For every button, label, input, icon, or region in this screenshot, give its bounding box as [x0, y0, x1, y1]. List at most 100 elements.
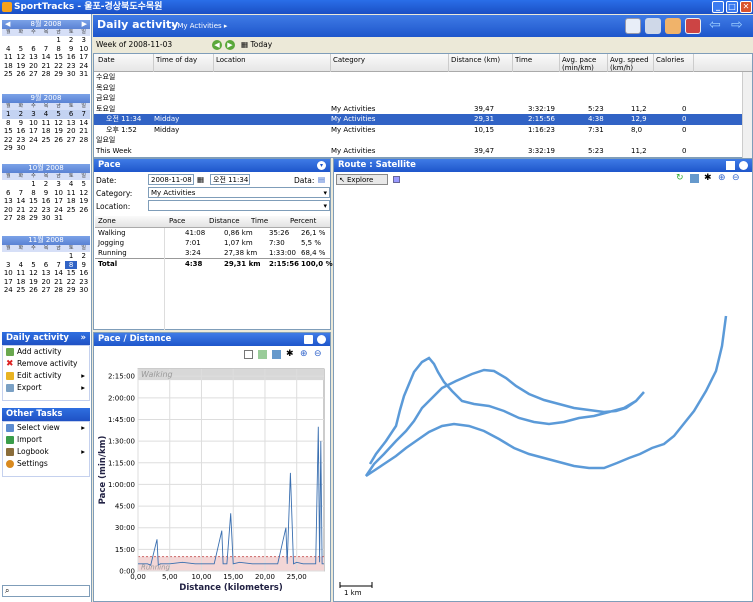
calendar-day[interactable] [27, 252, 40, 261]
equipment-icon[interactable] [645, 18, 661, 34]
zone-column-header[interactable]: Percent [288, 216, 318, 226]
route-map[interactable]: 1 km [334, 186, 752, 602]
calendar-day[interactable]: 22 [52, 62, 65, 71]
explore-button[interactable]: ↖ Explore [336, 174, 388, 185]
calendar-day[interactable]: 3 [2, 261, 15, 270]
table-row[interactable]: 토요일 My Activities 39,47 3:32:19 5:23 11,2 0 [94, 104, 752, 115]
calendar-day[interactable]: 19 [52, 127, 65, 136]
calendar-day[interactable]: 23 [40, 206, 53, 215]
collapse-icon[interactable]: » [81, 332, 87, 345]
calendar-day[interactable]: 19 [77, 197, 90, 206]
calendar-day[interactable]: 1 [52, 36, 65, 45]
column-header[interactable]: Time [513, 54, 560, 72]
maximize-chart-icon[interactable] [304, 335, 313, 344]
today-button[interactable]: ▦ Today [241, 37, 272, 53]
zoom-in-icon[interactable]: ⊕ [718, 173, 726, 183]
breadcrumb[interactable]: • My Activities ▸ [171, 22, 227, 30]
calendar-day[interactable]: 17 [52, 197, 65, 206]
column-header[interactable]: Time of day [154, 54, 214, 72]
table-row[interactable]: 오후 1:52 Midday My Activities 10,15 1:16:23 7:… [94, 125, 752, 136]
calendar-day[interactable]: 20 [27, 62, 40, 71]
zone-column-header[interactable]: Zone [96, 216, 118, 226]
table-row[interactable]: 금요일 [94, 93, 752, 104]
calendar-day[interactable]: 4 [2, 45, 15, 54]
calendar-day[interactable]: 13 [2, 197, 15, 206]
calendar-day[interactable]: 11 [40, 119, 53, 128]
calendar-day[interactable]: 28 [77, 136, 90, 145]
calendar-day[interactable]: 6 [2, 189, 15, 198]
calendar-view-icon[interactable] [625, 18, 641, 34]
calendar-day[interactable] [15, 252, 28, 261]
zoom-out-icon[interactable]: ⊖ [732, 173, 740, 183]
close-button[interactable]: ✕ [740, 1, 752, 13]
calendar-day[interactable]: 24 [77, 62, 90, 71]
calendar-day[interactable]: 20 [40, 278, 53, 287]
calendar-day[interactable]: 1 [65, 252, 78, 261]
calendar-day[interactable]: 27 [65, 136, 78, 145]
calendar-day[interactable]: 18 [2, 62, 15, 71]
calendar-day[interactable]: 3 [52, 180, 65, 189]
calendar-day[interactable]: 5 [27, 261, 40, 270]
calendar-day[interactable]: 7 [52, 261, 65, 270]
calendar-day[interactable]: 16 [77, 269, 90, 278]
save-chart-icon[interactable] [272, 350, 281, 359]
calendar-day[interactable]: 5 [15, 45, 28, 54]
calendar-day[interactable]: 12 [27, 269, 40, 278]
calendar-day[interactable]: 7 [77, 110, 90, 119]
calendar-day[interactable]: 17 [77, 53, 90, 62]
calendar-day[interactable]: 23 [65, 62, 78, 71]
zone-row[interactable]: Total 4:38 29,31 km 2:15:56 100,0 % [95, 258, 333, 268]
edit-activity-task[interactable]: Edit activity ▸ [3, 370, 89, 382]
calendar-day[interactable]: 13 [40, 269, 53, 278]
calendar-day[interactable]: 9 [77, 261, 90, 270]
table-row[interactable]: 목요일 [94, 83, 752, 94]
calendar-day[interactable]: 4 [39, 110, 53, 119]
back-arrow-icon[interactable]: ⇦ [709, 18, 725, 34]
calendar-day[interactable]: 7 [40, 45, 53, 54]
calendar-day[interactable]: 18 [40, 127, 53, 136]
calendar-day[interactable] [2, 36, 15, 45]
calendar-day[interactable]: 16 [40, 197, 53, 206]
column-header[interactable]: Location [214, 54, 331, 72]
search-input[interactable]: ⌕ [2, 585, 90, 597]
calendar-day[interactable]: 15 [27, 197, 40, 206]
calendar-day[interactable]: 8 [64, 260, 78, 269]
time-field[interactable]: 오전 11:34 [210, 174, 250, 185]
map-layer-icon[interactable] [393, 176, 400, 183]
calendar-day[interactable]: 28 [40, 70, 53, 79]
calendar-day[interactable]: 5 [77, 180, 90, 189]
refresh-icon[interactable]: ↻ [676, 173, 684, 183]
calendar-day[interactable]: 21 [52, 278, 65, 287]
column-header[interactable]: Category [331, 54, 449, 72]
calendar-day[interactable] [40, 36, 53, 45]
calendar-day[interactable]: 25 [40, 136, 53, 145]
calendar-day[interactable]: 30 [77, 286, 90, 295]
calendar-day[interactable]: 21 [77, 127, 90, 136]
calendar-day[interactable]: 1 [27, 180, 40, 189]
forward-arrow-icon[interactable]: ⇨ [731, 18, 747, 34]
calendar-day[interactable]: 18 [65, 197, 78, 206]
save-map-icon[interactable] [690, 174, 699, 183]
calendar-day[interactable]: 16 [65, 53, 78, 62]
grid-scrollbar[interactable] [742, 72, 752, 158]
calendar-day[interactable]: 26 [27, 286, 40, 295]
prev-week-button[interactable]: ◀ [212, 40, 222, 50]
calendar-day[interactable]: 11 [65, 189, 78, 198]
column-header[interactable]: Distance (km) [449, 54, 513, 72]
map-settings-icon[interactable]: ✱ [704, 173, 712, 183]
calendar-day[interactable] [15, 36, 28, 45]
calendar-day[interactable]: 29 [27, 214, 40, 223]
calendar-day[interactable]: 27 [2, 214, 15, 223]
calendar-day[interactable]: 2 [65, 36, 78, 45]
calendar-day[interactable]: 14 [40, 53, 53, 62]
zone-row[interactable]: Walking 41:08 0,86 km 35:26 26,1 % [95, 228, 330, 238]
calendar-day[interactable]: 6 [64, 110, 78, 119]
calendar-day[interactable] [52, 252, 65, 261]
calendar-day[interactable]: 26 [52, 136, 65, 145]
calendar-day[interactable]: 11 [2, 53, 15, 62]
calendar-day[interactable]: 30 [15, 144, 28, 153]
calendar-day[interactable]: 22 [2, 136, 15, 145]
calendar-day[interactable] [27, 36, 40, 45]
calendar-day[interactable]: 15 [65, 269, 78, 278]
calendar-day[interactable]: 4 [65, 180, 78, 189]
